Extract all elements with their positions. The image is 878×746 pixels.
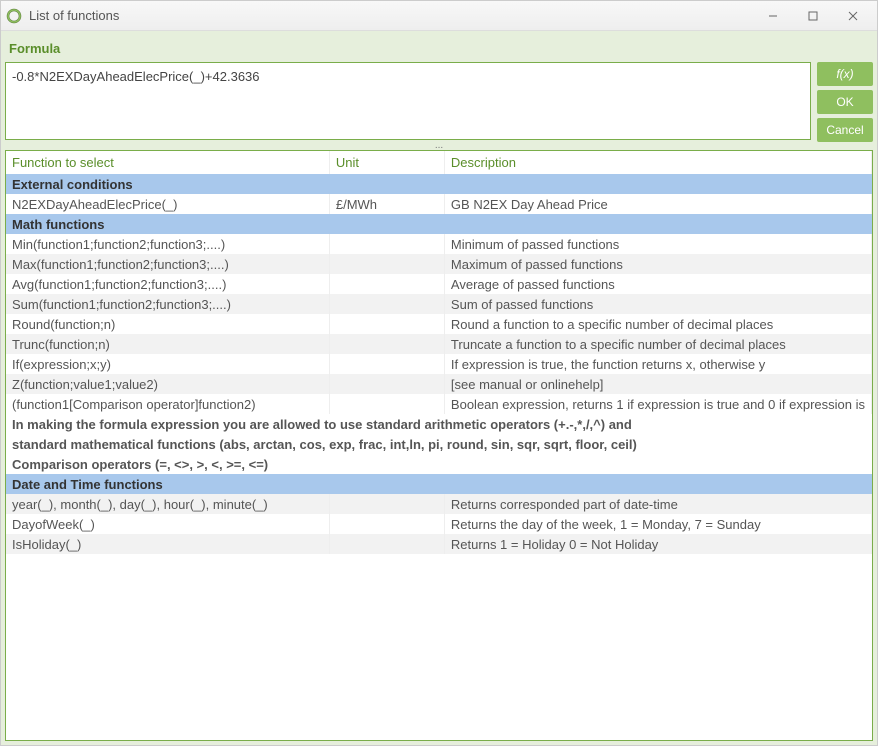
cell-desc: Returns the day of the week, 1 = Monday,… [444, 514, 871, 534]
cell-unit [329, 534, 444, 554]
section-header: External conditions [6, 174, 872, 194]
cell-desc: [see manual or onlinehelp] [444, 374, 871, 394]
table-row[interactable]: DayofWeek(_) Returns the day of the week,… [6, 514, 872, 534]
cell-desc: If expression is true, the function retu… [444, 354, 871, 374]
cell-func: year(_), month(_), day(_), hour(_), minu… [6, 494, 329, 514]
fx-button[interactable]: f(x) [817, 62, 873, 86]
cell-desc: Round a function to a specific number of… [444, 314, 871, 334]
cell-func: Round(function;n) [6, 314, 329, 334]
cell-desc: Truncate a function to a specific number… [444, 334, 871, 354]
note-row: Comparison operators (=, <>, >, <, >=, <… [6, 454, 872, 474]
cell-func: DayofWeek(_) [6, 514, 329, 534]
section-title: External conditions [6, 174, 872, 194]
table-row[interactable]: Trunc(function;n) Truncate a function to … [6, 334, 872, 354]
cell-unit [329, 334, 444, 354]
note-text: Comparison operators (=, <>, >, <, >=, <… [6, 454, 872, 474]
cell-func: N2EXDayAheadElecPrice(_) [6, 194, 329, 214]
cell-unit [329, 354, 444, 374]
column-header-unit[interactable]: Unit [329, 151, 444, 174]
ok-button[interactable]: OK [817, 90, 873, 114]
cell-func: (function1[Comparison operator]function2… [6, 394, 329, 414]
cell-desc: GB N2EX Day Ahead Price [444, 194, 871, 214]
cell-func: Avg(function1;function2;function3;....) [6, 274, 329, 294]
cell-desc: Maximum of passed functions [444, 254, 871, 274]
cell-func: Trunc(function;n) [6, 334, 329, 354]
note-row: standard mathematical functions (abs, ar… [6, 434, 872, 454]
splitter-handle[interactable]: ... [5, 142, 873, 150]
table-row[interactable]: Sum(function1;function2;function3;....) S… [6, 294, 872, 314]
cell-func: Sum(function1;function2;function3;....) [6, 294, 329, 314]
formula-row: f(x) OK Cancel [5, 62, 873, 142]
functions-grid[interactable]: Function to select Unit Description Exte… [5, 150, 873, 741]
cell-unit [329, 234, 444, 254]
section-header: Math functions [6, 214, 872, 234]
cell-unit [329, 374, 444, 394]
content-area: Formula f(x) OK Cancel ... Function to s… [1, 31, 877, 745]
table-row[interactable]: Min(function1;function2;function3;....) M… [6, 234, 872, 254]
minimize-button[interactable] [753, 2, 793, 30]
section-title: Date and Time functions [6, 474, 872, 494]
cell-func: Max(function1;function2;function3;....) [6, 254, 329, 274]
table-row[interactable]: Avg(function1;function2;function3;....) A… [6, 274, 872, 294]
maximize-button[interactable] [793, 2, 833, 30]
close-button[interactable] [833, 2, 873, 30]
cell-desc: Average of passed functions [444, 274, 871, 294]
cell-unit: £/MWh [329, 194, 444, 214]
column-header-description[interactable]: Description [444, 151, 871, 174]
note-text: In making the formula expression you are… [6, 414, 872, 434]
cancel-button[interactable]: Cancel [817, 118, 873, 142]
table-row[interactable]: Z(function;value1;value2) [see manual or … [6, 374, 872, 394]
cell-desc: Boolean expression, returns 1 if express… [444, 394, 871, 414]
titlebar: List of functions [1, 1, 877, 31]
cell-unit [329, 254, 444, 274]
cell-unit [329, 314, 444, 334]
table-row[interactable]: (function1[Comparison operator]function2… [6, 394, 872, 414]
table-row[interactable]: IsHoliday(_) Returns 1 = Holiday 0 = Not … [6, 534, 872, 554]
fx-icon: f(x) [836, 67, 853, 81]
cell-func: Z(function;value1;value2) [6, 374, 329, 394]
cell-desc: Returns 1 = Holiday 0 = Not Holiday [444, 534, 871, 554]
cell-func: If(expression;x;y) [6, 354, 329, 374]
cell-func: IsHoliday(_) [6, 534, 329, 554]
cell-desc: Minimum of passed functions [444, 234, 871, 254]
dialog-window: List of functions Formula f(x) OK Cancel [0, 0, 878, 746]
cell-unit [329, 394, 444, 414]
cell-unit [329, 274, 444, 294]
table-row[interactable]: If(expression;x;y) If expression is true,… [6, 354, 872, 374]
note-text: standard mathematical functions (abs, ar… [6, 434, 872, 454]
formula-input[interactable] [5, 62, 811, 140]
table-row[interactable]: N2EXDayAheadElecPrice(_)£/MWhGB N2EX Day… [6, 194, 872, 214]
cell-unit [329, 494, 444, 514]
table-row[interactable]: Round(function;n) Round a function to a s… [6, 314, 872, 334]
table-row[interactable]: year(_), month(_), day(_), hour(_), minu… [6, 494, 872, 514]
formula-label: Formula [5, 35, 873, 62]
cell-unit [329, 294, 444, 314]
cell-desc: Returns corresponded part of date-time [444, 494, 871, 514]
table-header-row: Function to select Unit Description [6, 151, 872, 174]
window-controls [753, 2, 873, 30]
note-row: In making the formula expression you are… [6, 414, 872, 434]
section-title: Math functions [6, 214, 872, 234]
cell-func: Min(function1;function2;function3;....) [6, 234, 329, 254]
app-icon [5, 7, 23, 25]
column-header-function[interactable]: Function to select [6, 151, 329, 174]
section-header: Date and Time functions [6, 474, 872, 494]
window-title: List of functions [29, 8, 753, 23]
functions-table: Function to select Unit Description Exte… [6, 151, 872, 554]
table-row[interactable]: Max(function1;function2;function3;....) M… [6, 254, 872, 274]
side-buttons: f(x) OK Cancel [817, 62, 873, 142]
cell-desc: Sum of passed functions [444, 294, 871, 314]
cell-unit [329, 514, 444, 534]
